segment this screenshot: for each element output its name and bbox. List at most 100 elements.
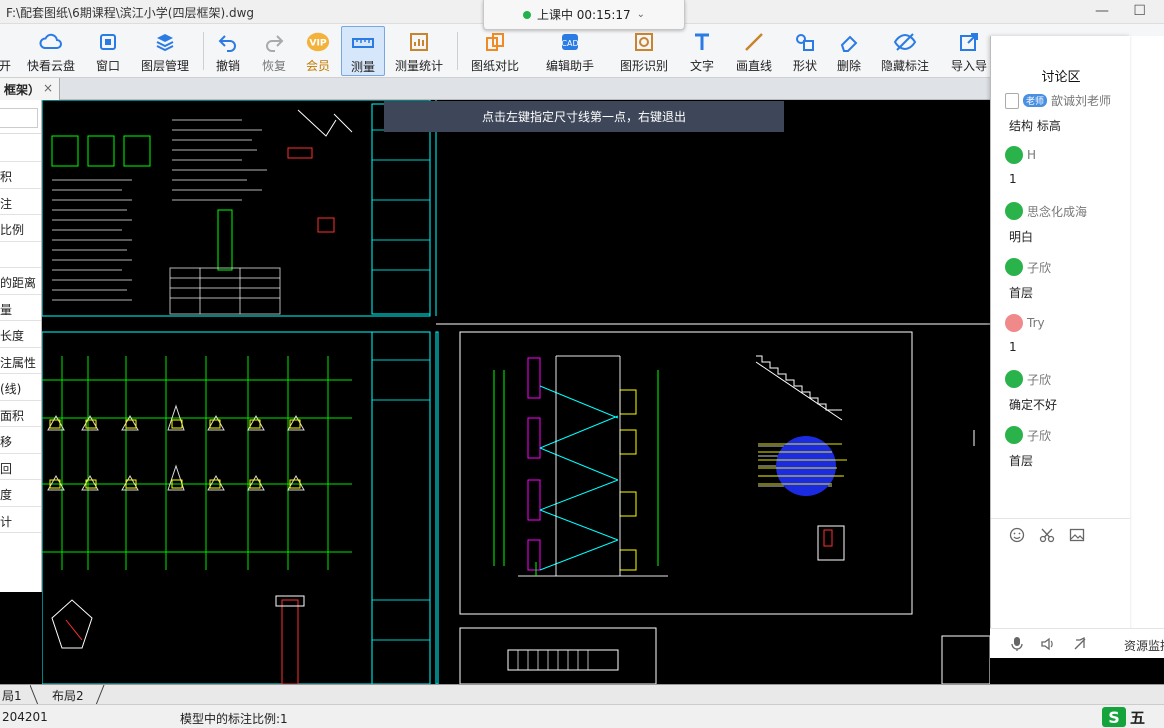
panel-item[interactable]: 计 (0, 507, 41, 533)
chat-toolbar (991, 518, 1130, 546)
panel-item[interactable]: (线) (0, 374, 41, 401)
svg-text:CAD: CAD (561, 39, 578, 48)
tool-label: 导入导 (950, 59, 987, 73)
panel-item[interactable]: 注 (0, 189, 41, 215)
tool-window[interactable]: 窗口 (92, 26, 124, 76)
drawing-canvas[interactable] (42, 100, 990, 684)
tool-shape[interactable]: 形状 (789, 26, 821, 76)
tool-import[interactable]: 导入导 (948, 26, 990, 76)
panel-item[interactable]: 面积 (0, 401, 41, 427)
tool-undo[interactable]: 撤销 (212, 26, 244, 76)
open-icon (0, 30, 17, 54)
tool-compare[interactable]: 图纸对比 (468, 26, 522, 76)
panel-item[interactable]: 量 (0, 295, 41, 321)
chat-author-name: Try (1027, 316, 1045, 330)
tool-delete[interactable]: 删除 (833, 26, 865, 76)
tool-edit-assistant[interactable]: CAD 编辑助手 (543, 26, 597, 76)
chat-author-name: 歆诚刘老师 (1051, 94, 1112, 108)
search-input[interactable] (0, 108, 38, 128)
close-icon[interactable]: × (43, 81, 53, 95)
tool-measure-stats[interactable]: 测量统计 (392, 26, 446, 76)
document-tab-label: 框架） (4, 83, 41, 97)
panel-item[interactable]: 回 (0, 454, 41, 480)
chat-text: 结构 标高 (1009, 119, 1061, 133)
tool-cloud-disk[interactable]: 快看云盘 (24, 26, 78, 76)
document-tab-row: 框架） × (0, 78, 990, 100)
tool-open[interactable]: 开 (0, 26, 12, 76)
tool-label: 撤销 (215, 59, 240, 73)
chat-author: 思念化成海 (1005, 202, 1087, 220)
live-status-text: 上课中 00:15:17 (536, 8, 631, 22)
panel-item[interactable]: 长度 (0, 321, 41, 348)
tool-label: 形状 (792, 59, 817, 73)
tool-label: 编辑助手 (545, 59, 594, 73)
panel-item[interactable] (0, 134, 41, 162)
tool-label: 快看云盘 (26, 59, 75, 73)
tool-vip[interactable]: VIP 会员 (302, 26, 334, 76)
document-tab[interactable]: 框架） × (0, 78, 60, 100)
eraser-icon (837, 30, 861, 54)
resource-monitor-link[interactable]: 资源监控 (1124, 637, 1164, 654)
tool-measure[interactable]: 测量 (341, 26, 385, 76)
tool-text[interactable]: 文字 (686, 26, 718, 76)
tool-label: 图纸对比 (470, 59, 519, 73)
panel-item[interactable]: 的距离 (0, 268, 41, 295)
chat-message: H 1 (1005, 146, 1036, 186)
image-icon[interactable] (1069, 527, 1085, 546)
panel-item[interactable]: 移 (0, 427, 41, 454)
measure-icon (351, 31, 375, 55)
tool-label: 隐藏标注 (880, 59, 929, 73)
chat-text: 1 (1009, 172, 1017, 186)
panel-item[interactable]: 注属性 (0, 348, 41, 374)
window-icon (96, 30, 120, 54)
microphone-icon[interactable] (1010, 636, 1024, 655)
window-title: F:\配套图纸\6期课程\滨江小学(四层框架).dwg (6, 6, 255, 20)
toolbar-divider (457, 32, 458, 70)
ime-mode-label: 五 (1130, 708, 1146, 727)
panel-item[interactable]: 度 (0, 480, 41, 507)
chat-text: 首层 (1009, 286, 1034, 300)
tool-layer-manager[interactable]: 图层管理 (138, 26, 192, 76)
emoji-icon[interactable] (1009, 527, 1025, 546)
layout-tab-2[interactable]: 布局2 (52, 685, 84, 705)
chevron-down-icon[interactable]: ⌄ (637, 9, 645, 20)
chat-author: 老师 歆诚刘老师 (1005, 92, 1111, 109)
measure-stats-icon (407, 30, 431, 54)
compare-icon (483, 30, 507, 54)
mute-icon[interactable] (1072, 636, 1088, 655)
window-controls[interactable]: — ☐ (1095, 3, 1156, 19)
tool-label: 删除 (836, 59, 861, 73)
status-bar: 204201 模型中的标注比例:1 S 五 (0, 704, 1164, 728)
live-status-pill[interactable]: 上课中 00:15:17 ⌄ (483, 0, 685, 30)
speaker-icon[interactable] (1040, 636, 1056, 655)
panel-item[interactable]: 比例 (0, 215, 41, 242)
tool-shape-recognition[interactable]: 图形识别 (617, 26, 671, 76)
chat-author-name: H (1027, 148, 1037, 162)
tool-draw-line[interactable]: 画直线 (732, 26, 776, 76)
input-method-indicator[interactable]: S 五 (1102, 706, 1164, 728)
chat-message: 思念化成海 明白 (1005, 202, 1087, 245)
line-icon (742, 30, 766, 54)
tool-redo[interactable]: 恢复 (258, 26, 290, 76)
left-tool-panel: 积 注 比例 的距离 量 长度 注属性 (线) 面积 移 回 度 计 (0, 100, 42, 592)
scissors-icon[interactable] (1039, 527, 1055, 546)
discussion-panel: 讨论区 老师 歆诚刘老师 结构 标高 H 1 思念化成海 明白 子欣 首层 Tr… (990, 36, 1130, 658)
layout-tab-1[interactable]: 局1 (2, 685, 22, 705)
chat-text: 明白 (1009, 230, 1034, 244)
chat-author: 子欣 (1005, 426, 1051, 444)
chat-text: 首层 (1009, 454, 1034, 468)
tool-label: 图层管理 (140, 59, 189, 73)
svg-text:VIP: VIP (309, 38, 327, 49)
discussion-footer: 资源监控 (990, 628, 1164, 658)
wechat-avatar-icon (1005, 146, 1023, 164)
wechat-avatar-icon (1005, 202, 1023, 220)
teacher-badge: 老师 (1023, 94, 1048, 107)
chat-author-name: 子欣 (1027, 372, 1052, 387)
panel-item[interactable]: 积 (0, 162, 41, 189)
cloud-icon (39, 30, 63, 54)
tool-label: 文字 (689, 59, 714, 73)
panel-item[interactable] (0, 242, 41, 268)
tool-hide-annotation[interactable]: 隐藏标注 (878, 26, 932, 76)
vip-icon: VIP (306, 30, 330, 54)
teacher-avatar-icon (1005, 92, 1019, 109)
